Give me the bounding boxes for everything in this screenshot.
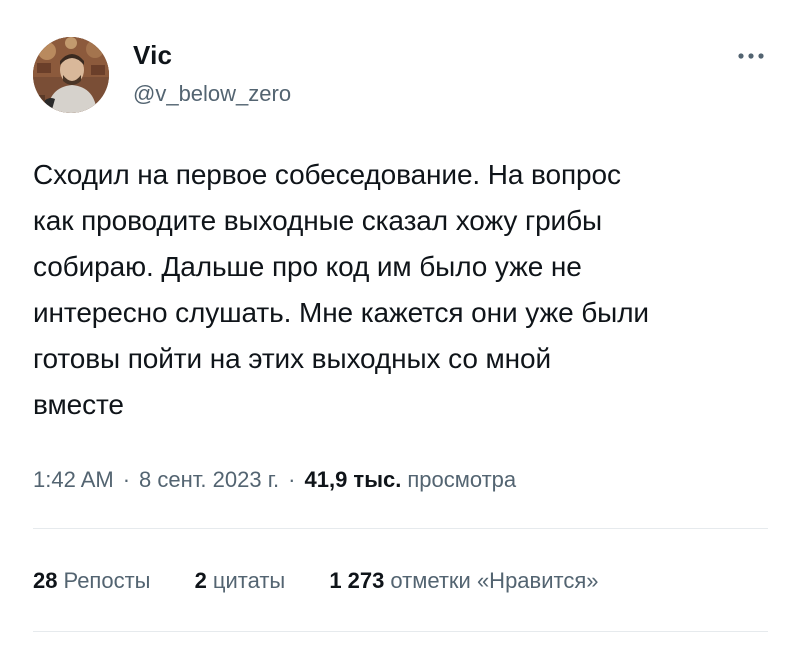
quotes-stat[interactable]: 2 цитаты bbox=[195, 566, 286, 596]
avatar[interactable] bbox=[33, 37, 109, 113]
views-label: просмотра bbox=[407, 467, 517, 492]
quotes-count: 2 bbox=[194, 568, 207, 593]
more-options-button[interactable] bbox=[731, 43, 771, 67]
user-handle[interactable]: @v_below_zero bbox=[133, 80, 291, 108]
tweet-text: Сходил на первое собеседование. На вопро… bbox=[33, 159, 649, 420]
likes-stat[interactable]: 1 273 отметки «Нравится» bbox=[329, 566, 598, 596]
views-count: 41,9 тыс. bbox=[304, 467, 402, 492]
divider bbox=[33, 631, 768, 632]
reposts-label: Репосты bbox=[63, 568, 151, 593]
meta-separator: · bbox=[288, 467, 296, 492]
reposts-stat[interactable]: 28 Репосты bbox=[33, 566, 150, 596]
likes-label: отметки «Нравится» bbox=[390, 568, 599, 593]
likes-count: 1 273 bbox=[329, 568, 385, 593]
meta-separator: · bbox=[122, 467, 131, 492]
reposts-count: 28 bbox=[33, 568, 58, 593]
tweet: Vic @v_below_zero Сходил на первое собес… bbox=[0, 0, 800, 647]
tweet-time[interactable]: 1:42 AM bbox=[33, 467, 114, 492]
avatar-image bbox=[33, 37, 109, 113]
engagement-stats: 28 Репосты 2 цитаты 1 273 отметки «Нравится… bbox=[33, 566, 599, 596]
tweet-meta: 1:42 AM · 8 сент. 2023 г. · 41,9 тыс. просмот… bbox=[33, 465, 516, 495]
divider bbox=[33, 528, 768, 529]
tweet-date[interactable]: 8 сент. 2023 г. bbox=[139, 467, 279, 492]
more-horizontal-icon bbox=[738, 53, 764, 59]
display-name[interactable]: Vic bbox=[133, 40, 172, 70]
quotes-label: цитаты bbox=[212, 568, 286, 593]
